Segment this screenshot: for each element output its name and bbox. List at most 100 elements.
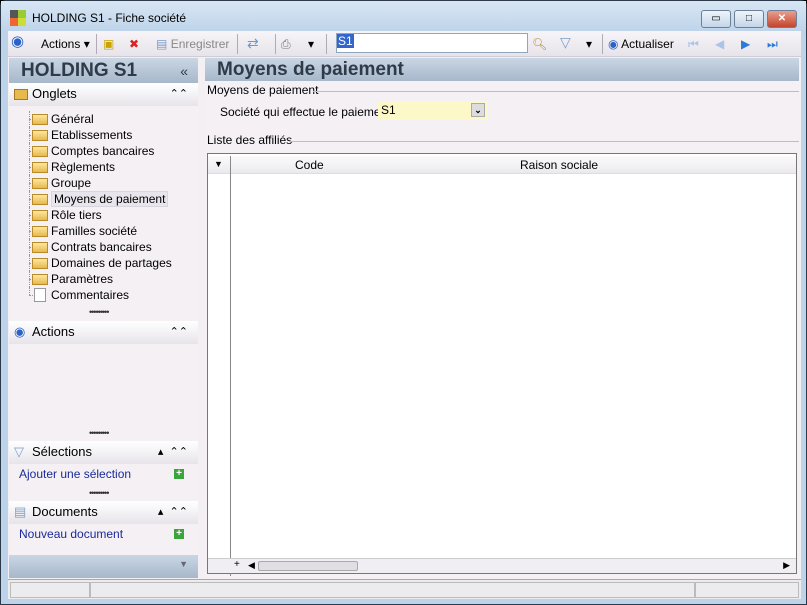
payer-label: Société qui effectue le paiement : [220,105,398,119]
status-cell [90,582,695,598]
dropdown-icon[interactable]: ⌄ [471,103,485,117]
save-icon: ▤ [156,37,168,51]
payer-combo[interactable]: S1 ⌄ [378,101,488,120]
save-label: Enregistrer [170,37,230,51]
scroll-thumb[interactable] [258,561,358,571]
actions-section-header[interactable]: ◉ Actions ⌃⌃ [9,321,198,344]
payer-value: S1 [381,103,396,117]
tab-item-label: Commentaires [51,288,130,302]
delete-icon[interactable]: ✖ [129,36,139,52]
splitter[interactable]: ••••••••• [89,307,109,317]
tab-item[interactable]: Rôle tiers [19,207,172,223]
divider [289,141,799,142]
first-record-icon[interactable]: ⏮ [688,36,699,52]
tab-item[interactable]: Moyens de paiement [19,191,172,207]
column-header-raison-sociale[interactable]: Raison sociale [520,158,598,172]
tab-item-label: Groupe [51,176,92,190]
left-panel: HOLDING S1 « Onglets ⌃⌃ Général Etablisseme… [9,58,198,578]
filter-icon[interactable]: ▽ [560,34,571,50]
collapse-chevron-icon[interactable]: ⌃⌃ [170,83,188,105]
actions-menu[interactable]: Actions ▾ [41,36,90,52]
close-button[interactable]: ✕ [767,10,797,28]
documents-title: Documents [32,504,98,519]
toolbar: ◉ Actions ▾ ▣ ✖ ▤ Enregistrer ⇄ ⎙ ▾ S1 🔍… [8,31,801,57]
previous-record-icon[interactable]: ◀ [715,36,724,52]
splitter[interactable]: ••••••••• [89,488,109,498]
new-document-icon[interactable]: + [174,529,184,539]
search-input[interactable]: S1 [336,33,528,53]
status-cell [695,582,799,598]
add-selection-icon[interactable]: + [174,469,184,479]
tab-item-label: Etablissements [51,128,133,142]
print-dropdown-icon[interactable]: ▾ [308,36,314,52]
folder-icon [32,226,48,237]
filter-dropdown-icon[interactable]: ▾ [586,36,592,52]
app-icon [10,10,26,26]
left-panel-header: HOLDING S1 « [9,58,198,83]
actions-title: Actions [32,324,75,339]
scroll-left-icon[interactable]: ◀ [248,560,255,571]
tab-item[interactable]: Contrats bancaires [19,239,172,255]
expand-arrow-icon[interactable]: ▼ [179,559,188,569]
target-icon: ◉ [14,324,26,339]
search-value: S1 [337,34,354,48]
collapse-chevron-icon[interactable]: ⌃⌃ [170,321,188,343]
refresh-button[interactable]: ◉ Actualiser [608,36,674,52]
onglets-section-header[interactable]: Onglets ⌃⌃ [9,83,198,106]
sync-icon[interactable]: ⇄ [247,35,259,51]
tab-item[interactable]: Familles société [19,223,172,239]
new-icon[interactable]: ▣ [103,36,114,52]
new-document-link[interactable]: Nouveau document [19,527,123,541]
scroll-right-icon[interactable]: ▶ [783,560,790,571]
tab-item-label: Domaines de partages [51,256,172,270]
collapse-chevron-icon[interactable]: ▴ ⌃⌃ [158,501,188,523]
last-record-icon[interactable]: ⏭ [767,36,778,52]
folder-icon [32,130,48,141]
minimize-button[interactable]: ▭ [701,10,731,28]
tab-item-label: Contrats bancaires [51,240,152,254]
column-header-code[interactable]: Code [295,158,324,172]
next-record-icon[interactable]: ▶ [741,36,750,52]
tab-item-label: Paramètres [51,272,114,286]
maximize-button[interactable]: □ [734,10,764,28]
print-icon[interactable]: ⎙ [281,36,291,52]
splitter[interactable]: ••••••••• [89,428,109,438]
filter-icon: ▽ [14,444,24,459]
collapse-panel-button[interactable]: « [180,63,188,79]
tab-item[interactable]: Groupe [19,175,172,191]
selections-title: Sélections [32,444,92,459]
tab-item[interactable]: Comptes bancaires [19,143,172,159]
tab-item[interactable]: Domaines de partages [19,255,172,271]
title-bar: HOLDING S1 - Fiche société ▭ □ ✕ [1,1,806,31]
tab-item[interactable]: Règlements [19,159,172,175]
column-chooser-icon[interactable]: ▼ [214,159,223,169]
tabs-tree: Général Etablissements Comptes bancaires Rè… [19,111,172,303]
tab-item-label: Moyens de paiement [51,191,169,207]
separator [326,34,327,54]
main-panel: Moyens de paiement Moyens de paiement So… [205,58,801,578]
collapse-chevron-icon[interactable]: ▴ ⌃⌃ [158,441,188,463]
horizontal-scrollbar[interactable]: + ◀ ▶ [208,558,796,573]
tab-item[interactable]: Commentaires [19,287,172,303]
save-button[interactable]: ▤ Enregistrer [156,36,229,52]
search-icon[interactable]: 🔍︎ [532,36,547,52]
folder-icon [32,274,48,285]
document-icon: ▤ [14,504,27,519]
folder-icon [32,146,48,157]
grid-header: ▼ Code Raison sociale [208,156,796,576]
tab-item[interactable]: Général [19,111,172,127]
refresh-icon: ◉ [608,37,619,51]
add-selection-link[interactable]: Ajouter une sélection [19,467,131,481]
company-title: HOLDING S1 [21,60,138,81]
status-cell [10,582,90,598]
add-row-icon[interactable]: + [234,559,240,570]
tab-item[interactable]: Paramètres [19,271,172,287]
page-title: Moyens de paiement [205,58,799,81]
panel-footer: ▼ [9,555,198,578]
target-icon[interactable]: ◉ [11,34,24,50]
client-area: ◉ Actions ▾ ▣ ✖ ▤ Enregistrer ⇄ ⎙ ▾ S1 🔍… [8,31,801,599]
documents-section-header[interactable]: ▤ Documents ▴ ⌃⌃ [9,501,198,524]
tab-item[interactable]: Etablissements [19,127,172,143]
selections-section-header[interactable]: ▽ Sélections ▴ ⌃⌃ [9,441,198,464]
tab-item-label: Familles société [51,224,138,238]
